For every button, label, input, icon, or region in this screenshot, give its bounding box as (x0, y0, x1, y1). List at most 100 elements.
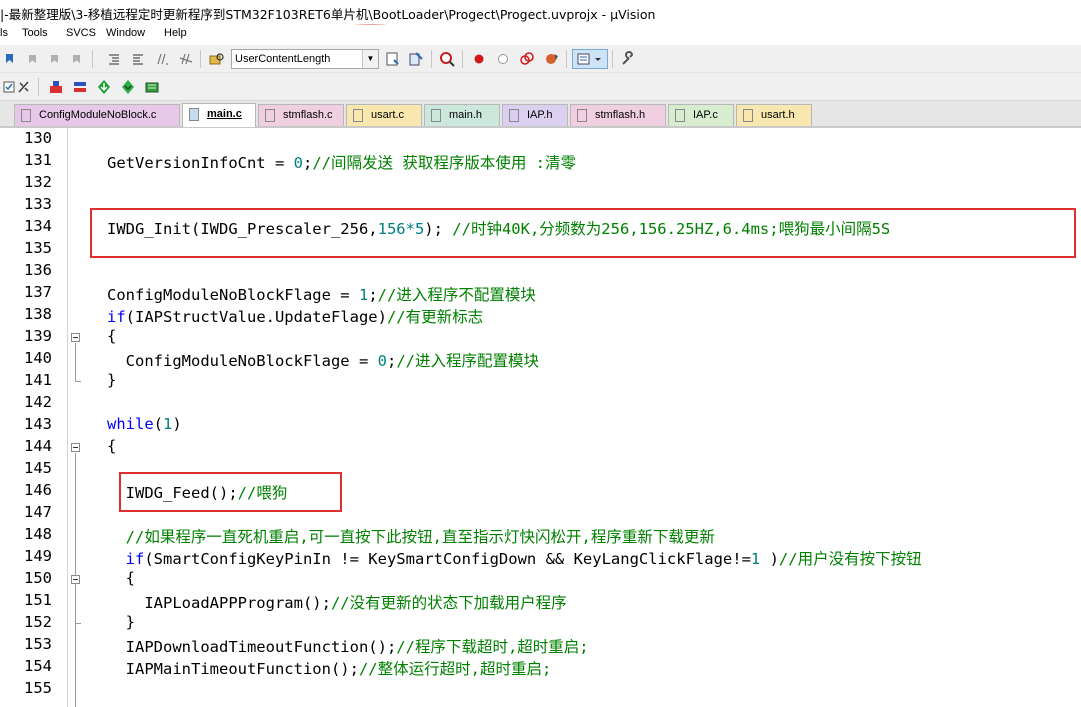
line-number: 133 (24, 195, 52, 213)
line-number: 142 (24, 393, 52, 411)
line-number: 151 (24, 591, 52, 609)
target-icon[interactable] (142, 77, 162, 97)
menu-tools-partial[interactable]: ls (0, 27, 8, 39)
line-number: 137 (24, 283, 52, 301)
tab-configmodulenoblock-c[interactable]: ConfigModuleNoBlock.c (14, 104, 180, 126)
tab-stmflash-h[interactable]: stmflash.h (570, 104, 666, 126)
line-number: 147 (24, 503, 52, 521)
code-line-137[interactable]: ConfigModuleNoBlockFlage = 1;//进入程序不配置模块 (107, 283, 536, 305)
bookmark-prev-icon[interactable] (22, 49, 42, 69)
code-line-143[interactable]: while(1) (107, 415, 182, 433)
menu-svcs[interactable]: SVCS (66, 27, 96, 39)
window-title-prefix: |-最新整理版\3-移植远程定时更新程序到STM32F103RET6单片机\ (0, 7, 373, 22)
fold-toggle[interactable] (71, 333, 80, 342)
find-in-files-icon[interactable] (207, 49, 227, 69)
line-number: 145 (24, 459, 52, 477)
line-number: 134 (24, 217, 52, 235)
c-file-icon (189, 108, 199, 121)
find-combo-box[interactable]: UserContentLength ▼ (231, 49, 379, 69)
code-editor[interactable]: 130 131 132 133 134 135 136 137 138 139 140 141 142 1… (0, 128, 1081, 707)
code-line-151[interactable]: IAPLoadAPPProgram();//没有更新的状态下加载用户程序 (107, 591, 566, 613)
toolbar-separator (200, 50, 201, 68)
breakpoint-icon[interactable] (469, 49, 489, 69)
breakpoint-disable-icon[interactable] (493, 49, 513, 69)
insert-icon[interactable] (406, 49, 426, 69)
breakpoint-kill-icon[interactable] (517, 49, 537, 69)
outdent-icon[interactable] (128, 49, 148, 69)
window-title-bootloader: BootLoader (372, 7, 445, 22)
toolbar-separator (462, 50, 463, 68)
code-line-139[interactable]: { (107, 327, 116, 345)
code-line-149[interactable]: if(SmartConfigKeyPinIn != KeySmartConfig… (107, 547, 922, 569)
download-icon[interactable] (94, 77, 114, 97)
line-number: 135 (24, 239, 52, 257)
build-toolbar (0, 73, 1081, 101)
title-bar: |-最新整理版\3-移植远程定时更新程序到STM32F103RET6单片机\Bo… (0, 0, 1081, 30)
code-line-153[interactable]: IAPDownloadTimeoutFunction();//程序下载超时,超时… (107, 635, 589, 657)
menu-help[interactable]: Help (164, 27, 187, 39)
code-line-144[interactable]: { (107, 437, 116, 455)
uncomment-icon[interactable] (176, 49, 196, 69)
line-number: 130 (24, 129, 52, 147)
code-line-154[interactable]: IAPMainTimeoutFunction();//整体运行超时,超时重启; (107, 657, 552, 679)
tab-iap-c[interactable]: IAP.c (668, 104, 734, 126)
tab-stmflash-c[interactable]: stmflash.c (258, 104, 344, 126)
find-combo-value: UserContentLength (235, 53, 331, 65)
line-number: 141 (24, 371, 52, 389)
comment-icon[interactable] (152, 49, 172, 69)
fold-toggle[interactable] (71, 575, 80, 584)
tab-main-h[interactable]: main.h (424, 104, 500, 126)
menu-tools[interactable]: Tools (22, 27, 48, 39)
build-icon[interactable] (46, 77, 66, 97)
h-file-icon (577, 109, 587, 122)
fold-line (75, 343, 76, 381)
debug-icon[interactable] (437, 49, 457, 69)
bookmark-clear-icon[interactable] (66, 49, 86, 69)
load-icon[interactable] (118, 77, 138, 97)
line-number: 144 (24, 437, 52, 455)
editor-tab-strip: ConfigModuleNoBlock.c main.c stmflash.c … (0, 101, 1081, 128)
code-line-148[interactable]: //如果程序一直死机重启,可一直按下此按钮,直至指示灯快闪松开,程序重新下载更新 (107, 525, 715, 547)
code-line-152[interactable]: } (107, 613, 135, 631)
wrench-icon[interactable] (618, 49, 638, 69)
indent-icon[interactable] (104, 49, 124, 69)
tab-main-c[interactable]: main.c (182, 103, 256, 127)
c-file-icon (675, 109, 685, 122)
line-number: 155 (24, 679, 52, 697)
line-number: 138 (24, 305, 52, 323)
code-line-141[interactable]: } (107, 371, 116, 389)
bookmark-icon[interactable] (0, 49, 20, 69)
line-number: 149 (24, 547, 52, 565)
toolbar-separator (431, 50, 432, 68)
line-number-gutter: 130 131 132 133 134 135 136 137 138 139 140 141 142 1… (0, 128, 68, 707)
breakpoint-kill-all-icon[interactable] (541, 49, 561, 69)
code-line-131[interactable]: GetVersionInfoCnt = 0;//间隔发送 获取程序版本使用 :清… (107, 151, 576, 173)
line-number: 150 (24, 569, 52, 587)
combo-arrow-icon[interactable]: ▼ (362, 50, 378, 68)
line-number: 143 (24, 415, 52, 433)
fold-toggle[interactable] (71, 443, 80, 452)
rebuild-icon[interactable] (70, 77, 90, 97)
window-title-suffix: \Progect\Progect.uvprojx - µVision (444, 7, 656, 22)
tab-usart-c[interactable]: usart.c (346, 104, 422, 126)
toolbar-separator (92, 50, 93, 68)
line-number: 140 (24, 349, 52, 367)
code-line-140[interactable]: ConfigModuleNoBlockFlage = 0;//进入程序配置模块 (107, 349, 539, 371)
code-line-138[interactable]: if(IAPStructValue.UpdateFlage)//有更新标志 (107, 305, 483, 327)
c-file-icon (353, 109, 363, 122)
configure-icon[interactable] (383, 49, 403, 69)
line-number: 152 (24, 613, 52, 631)
line-number: 154 (24, 657, 52, 675)
toolbar-separator (566, 50, 567, 68)
c-file-icon (21, 109, 31, 122)
bookmark-next-icon[interactable] (44, 49, 64, 69)
tab-iap-h[interactable]: IAP.h (502, 104, 568, 126)
tab-usart-h[interactable]: usart.h (736, 104, 812, 126)
window-layout-icon[interactable] (572, 49, 608, 69)
code-line-150[interactable]: { (107, 569, 135, 587)
red-highlight-box-iwdg-init (90, 208, 1076, 258)
h-file-icon (431, 109, 441, 122)
translate-icon[interactable] (14, 77, 34, 97)
fold-end (75, 623, 81, 624)
menu-window[interactable]: Window (106, 27, 145, 39)
